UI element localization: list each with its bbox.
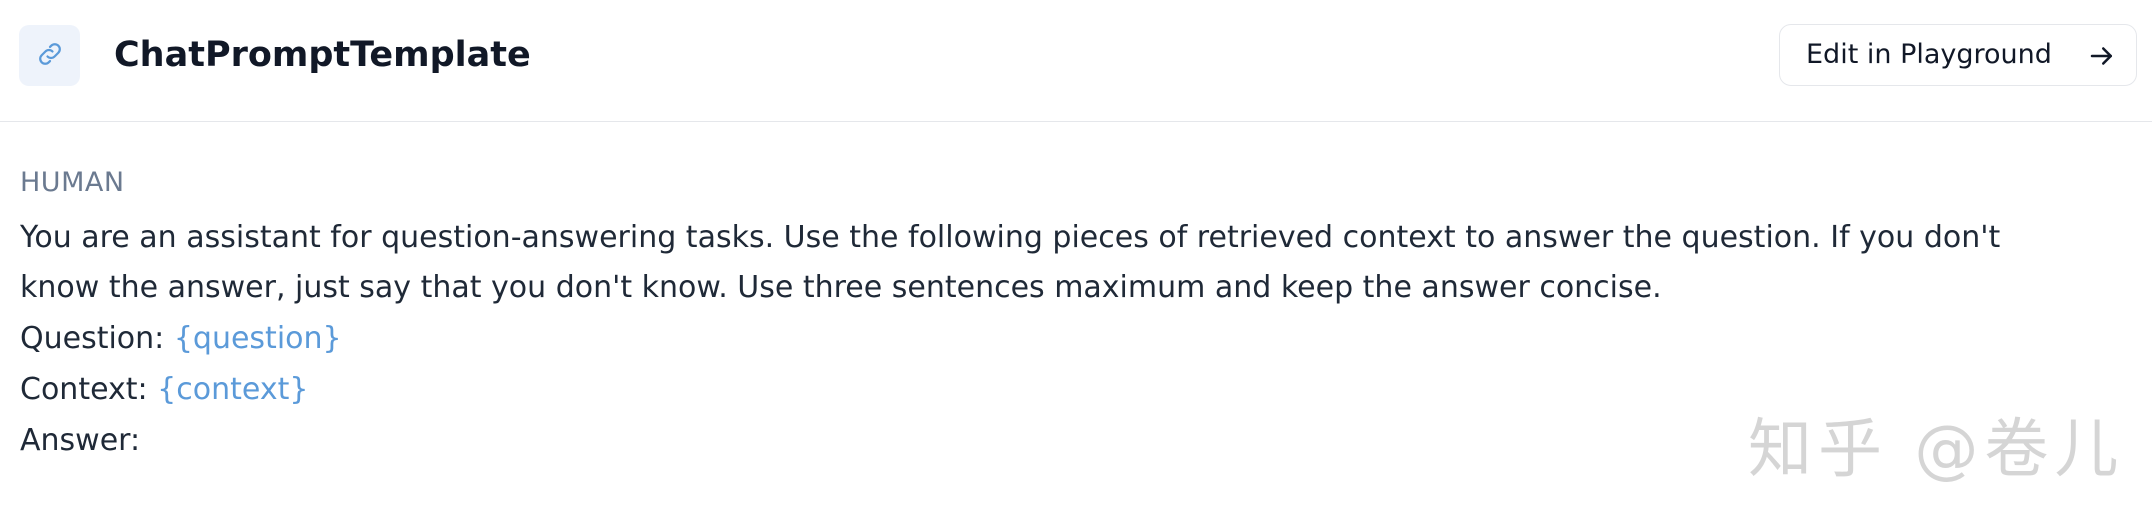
question-line: Question: {question} [20, 317, 342, 361]
context-line: Context: {context} [20, 368, 308, 412]
prompt-instruction-line-1: You are an assistant for question-answer… [20, 220, 2001, 255]
edit-in-playground-label: Edit in Playground [1806, 39, 2052, 70]
edit-in-playground-button[interactable]: Edit in Playground [1779, 24, 2137, 86]
prompt-instruction-line-2: know the answer, just say that you don't… [20, 270, 1662, 305]
link-icon [35, 39, 65, 73]
answer-label: Answer: [20, 423, 141, 458]
context-label: Context: [20, 372, 158, 407]
message-role-label: HUMAN [20, 167, 125, 198]
page-title: ChatPromptTemplate [114, 35, 531, 75]
answer-line: Answer: [20, 419, 140, 463]
question-variable: {question} [173, 321, 342, 356]
link-icon-container [19, 25, 80, 86]
context-variable: {context} [157, 372, 309, 407]
template-header: ChatPromptTemplate Edit in Playground [0, 0, 2152, 122]
question-label: Question: [20, 321, 174, 356]
watermark: 知乎 @卷儿 [1748, 413, 2125, 487]
arrow-right-icon [2086, 41, 2118, 71]
